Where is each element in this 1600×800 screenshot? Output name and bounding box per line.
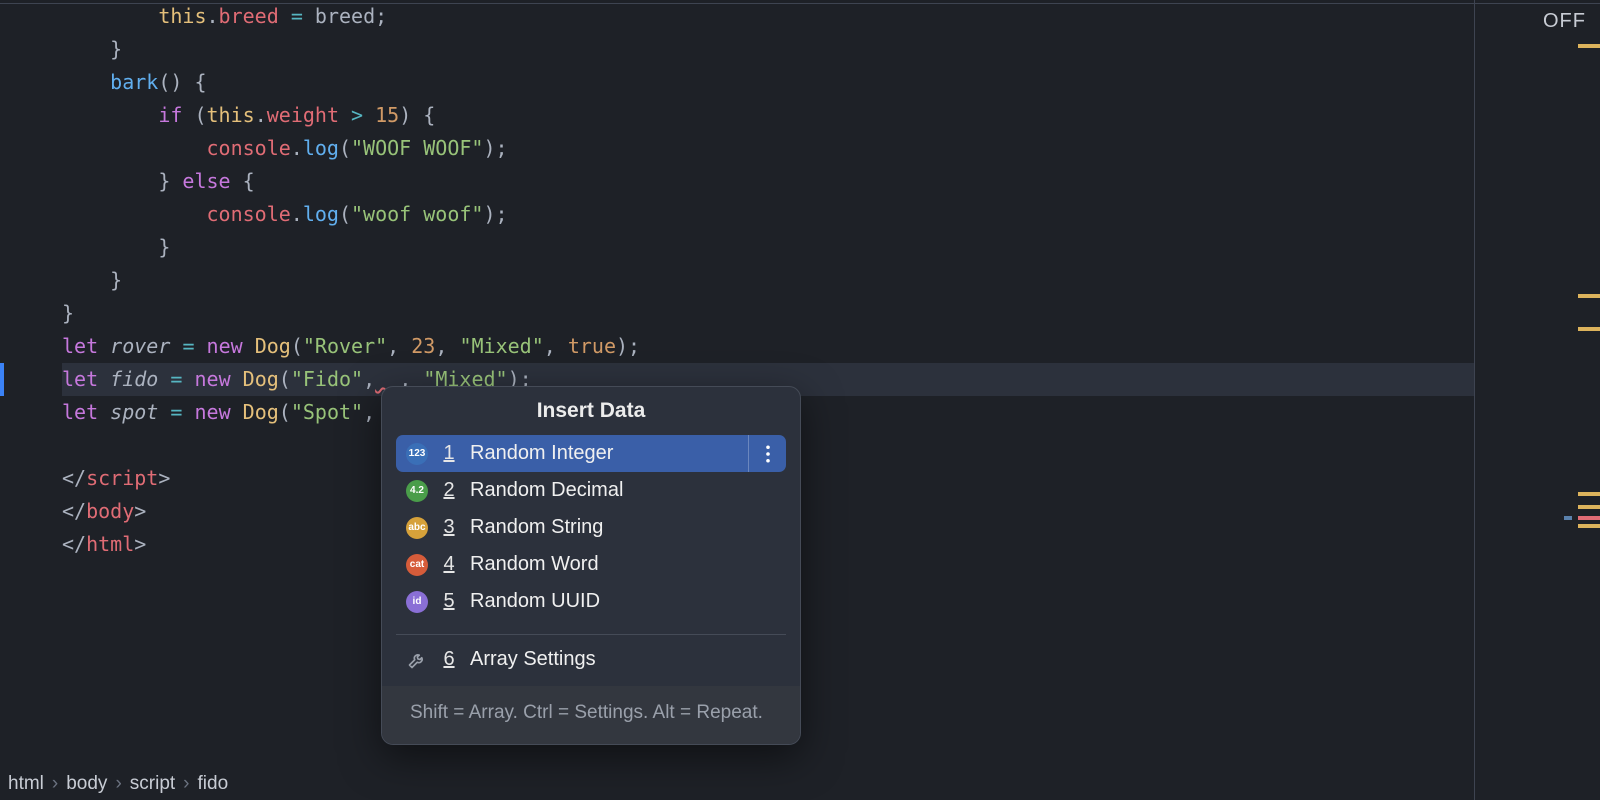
breadcrumb-item[interactable]: script (130, 773, 175, 795)
chevron-right-icon: › (115, 773, 121, 795)
popup-item-label: Array Settings (470, 648, 596, 671)
popup-list: 123 1 Random Integer 4.2 2 Random Decimal abc 3… (382, 435, 800, 628)
code-line[interactable]: } (62, 231, 1474, 264)
code-line[interactable]: } (62, 33, 1474, 66)
code-line[interactable]: } else { (62, 165, 1474, 198)
code-line[interactable]: bark() { (62, 66, 1474, 99)
chevron-right-icon: › (183, 773, 189, 795)
error-stripe-mark[interactable] (1578, 492, 1600, 496)
error-stripe-mark[interactable] (1578, 524, 1600, 528)
word-type-icon: cat (406, 554, 428, 576)
popup-settings-section: 6 Array Settings (382, 641, 800, 686)
popup-shortcut: 2 (442, 479, 456, 502)
breadcrumb[interactable]: html › body › script › fido (0, 768, 1474, 800)
code-line[interactable]: console.log("woof woof"); (62, 198, 1474, 231)
popup-shortcut: 3 (442, 516, 456, 539)
popup-item-label: Random Integer (470, 442, 613, 465)
menu-item-random-string[interactable]: abc 3 Random String (396, 509, 786, 546)
error-stripe-mark[interactable] (1578, 516, 1600, 520)
popup-item-label: Random UUID (470, 590, 600, 613)
error-stripe-mark[interactable] (1578, 327, 1600, 331)
error-stripe-mark[interactable] (1578, 44, 1600, 48)
popup-item-label: Random Decimal (470, 479, 623, 502)
right-gutter-panel: OFF (1474, 0, 1600, 800)
code-line[interactable]: let rover = new Dog("Rover", 23, "Mixed"… (62, 330, 1474, 363)
panel-top-divider (1475, 3, 1600, 4)
popup-shortcut: 6 (442, 648, 456, 671)
error-stripe-mark[interactable] (1578, 294, 1600, 298)
breadcrumb-item[interactable]: fido (198, 773, 229, 795)
menu-item-array-settings[interactable]: 6 Array Settings (396, 641, 786, 678)
popup-separator (396, 634, 786, 635)
wrench-icon (406, 650, 428, 670)
chevron-right-icon: › (52, 773, 58, 795)
popup-item-label: Random Word (470, 553, 599, 576)
code-line[interactable]: console.log("WOOF WOOF"); (62, 132, 1474, 165)
uuid-type-icon: id (406, 591, 428, 613)
popup-item-label: Random String (470, 516, 603, 539)
popup-title: Insert Data (382, 387, 800, 435)
int-type-icon: 123 (406, 443, 428, 465)
popup-shortcut: 4 (442, 553, 456, 576)
menu-item-random-uuid[interactable]: id 5 Random UUID (396, 583, 786, 620)
breadcrumb-item[interactable]: html (8, 773, 44, 795)
popup-hint: Shift = Array. Ctrl = Settings. Alt = Re… (382, 686, 800, 744)
code-line[interactable]: this.breed = breed; (62, 0, 1474, 33)
dec-type-icon: 4.2 (406, 480, 428, 502)
menu-item-random-integer[interactable]: 123 1 Random Integer (396, 435, 786, 472)
code-line[interactable]: } (62, 264, 1474, 297)
menu-item-random-decimal[interactable]: 4.2 2 Random Decimal (396, 472, 786, 509)
error-stripe-mark[interactable] (1564, 516, 1572, 520)
breadcrumb-item[interactable]: body (66, 773, 107, 795)
kebab-icon[interactable] (748, 435, 786, 472)
code-line[interactable]: if (this.weight > 15) { (62, 99, 1474, 132)
insert-data-popup: Insert Data 123 1 Random Integer 4.2 2 Random… (381, 386, 801, 745)
menu-item-random-word[interactable]: cat 4 Random Word (396, 546, 786, 583)
popup-shortcut: 5 (442, 590, 456, 613)
str-type-icon: abc (406, 517, 428, 539)
off-toggle[interactable]: OFF (1543, 10, 1586, 33)
code-line[interactable]: } (62, 297, 1474, 330)
popup-shortcut: 1 (442, 442, 456, 465)
error-stripe-mark[interactable] (1578, 505, 1600, 509)
